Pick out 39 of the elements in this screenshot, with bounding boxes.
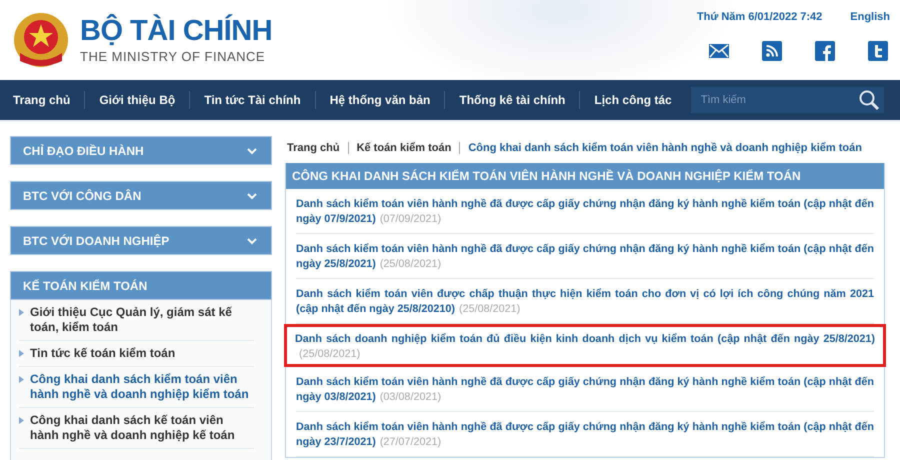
triangle-bullet-icon bbox=[19, 376, 24, 383]
sidebar-item[interactable]: Công khai danh sách kiểm toán viên hành nghề và doanh nghiệp kiểm toán bbox=[19, 367, 254, 408]
site-title: BỘ TÀI CHÍNH bbox=[80, 16, 272, 46]
triangle-bullet-icon bbox=[19, 309, 24, 316]
chevron-down-icon[interactable] bbox=[247, 192, 257, 200]
facebook-icon[interactable] bbox=[815, 41, 835, 61]
nav-item[interactable]: Thống kê tài chính bbox=[450, 91, 580, 109]
chevron-down-icon[interactable] bbox=[247, 146, 257, 154]
date-time: Thứ Năm 6/01/2022 7:42 bbox=[696, 11, 822, 23]
article-link[interactable]: Danh sách kiểm toán viên hành nghề đã được cấp giấy chứng nhận đăng ký hành nghề kiểm toán (cập nhật đến ngày 23/7/2021) (27/07/2021) bbox=[296, 412, 874, 457]
article-link[interactable]: Danh sách kiểm toán viên hành nghề đã được cấp giấy chứng nhận đăng ký hành nghề kiểm toán (cập nhật đến ngày 07/9/2021) (07/09/2021) bbox=[296, 189, 874, 234]
breadcrumb-link[interactable]: Trang chủ bbox=[287, 142, 348, 154]
breadcrumb-link[interactable]: Công khai danh sách kiểm toán viên hành nghề và doanh nghiệp kiểm toán bbox=[459, 142, 870, 154]
sidebar-item[interactable]: Giới thiệu Cục Quản lý, giám sát kế toán, kiểm toán bbox=[19, 300, 254, 341]
search-field[interactable]: Tìm kiếm bbox=[690, 87, 884, 113]
search-input[interactable]: Tìm kiếm bbox=[698, 93, 858, 107]
twitter-icon[interactable] bbox=[868, 41, 888, 61]
rss-icon[interactable] bbox=[762, 41, 782, 61]
article-link[interactable]: Danh sách kiểm toán viên hành nghề đã được cấp giấy chứng nhận đăng ký hành nghề kiểm toán (cập nhật đến ngày 03/8/2021) (03/08/2021) bbox=[296, 367, 874, 412]
chevron-down-icon[interactable] bbox=[247, 236, 257, 244]
nav-item[interactable]: Hệ thống văn bản bbox=[320, 91, 446, 109]
mail-icon[interactable] bbox=[709, 41, 729, 61]
sidebar-item[interactable]: Công khai danh sách kế toán viên hành nghề và doanh nghiệp kế toán bbox=[19, 408, 254, 449]
triangle-bullet-icon bbox=[19, 417, 24, 424]
nav-item[interactable]: Giới thiệu Bộ bbox=[90, 91, 190, 109]
search-icon[interactable] bbox=[858, 89, 880, 111]
triangle-bullet-icon bbox=[19, 350, 24, 357]
nav-item[interactable]: Tin tức Tài chính bbox=[195, 91, 316, 109]
nav-item[interactable]: Lịch công tác bbox=[585, 91, 686, 109]
panel-title: CÔNG KHAI DANH SÁCH KIỂM TOÁN VIÊN HÀNH NGHỀ VÀ DOANH NGHIỆP KIỂM TOÁN bbox=[286, 163, 884, 189]
sidebar-item[interactable]: Tin tức kế toán kiểm toán bbox=[19, 341, 254, 367]
nav-item[interactable]: Trang chủ bbox=[4, 91, 86, 109]
language-link[interactable]: English bbox=[850, 11, 890, 23]
article-link[interactable]: Danh sách kiểm toán viên được chấp thuận thực hiện kiểm toán cho đơn vị có lợi ích công chúng năm 2021 (cập nhật đến ngày 25/8/20210) (25/08/2021) bbox=[296, 279, 874, 324]
site-subtitle: THE MINISTRY OF FINANCE bbox=[80, 48, 266, 64]
breadcrumb-link[interactable]: Kế toán kiểm toán bbox=[348, 142, 460, 154]
emblem-icon bbox=[12, 11, 70, 69]
article-link[interactable]: Danh sách kiểm toán viên hành nghề đã được cấp giấy chứng nhận đăng ký hành nghề kiểm toán (cập nhật đến ngày 25/8/2021) (25/08/2021) bbox=[296, 234, 874, 279]
article-link[interactable]: Danh sách doanh nghiệp kiểm toán đủ điều kiện kinh doanh dịch vụ kiểm toán (cập nhật đến ngày 25/8/2021) (25/08/2021) bbox=[295, 327, 875, 364]
